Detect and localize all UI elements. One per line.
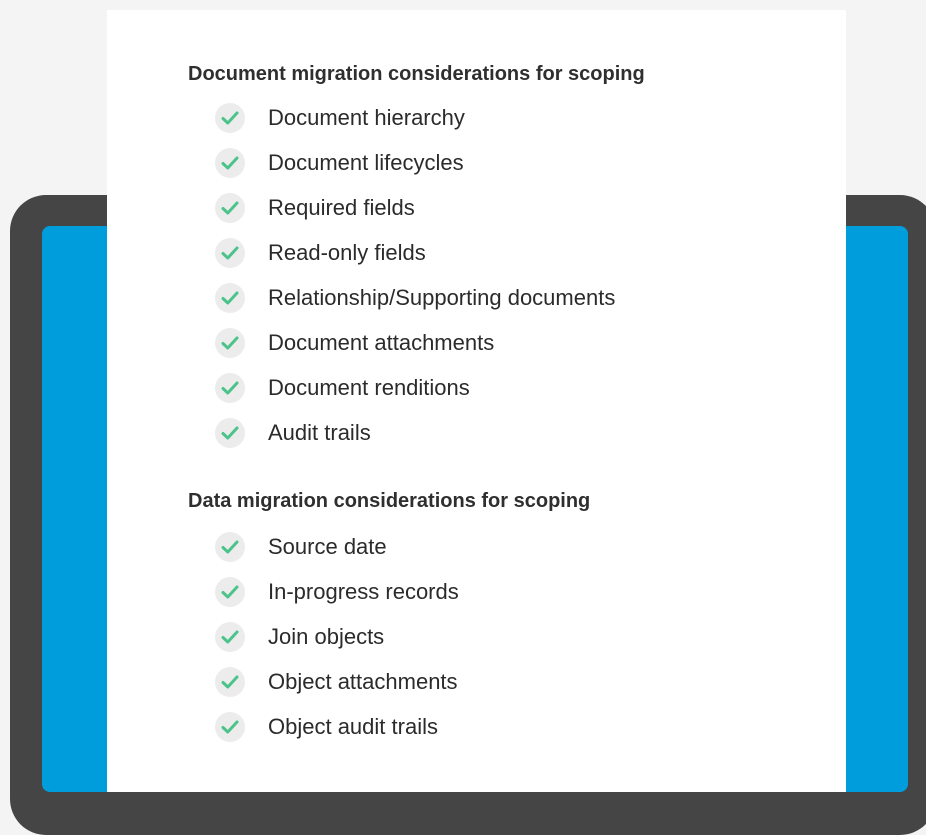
list-item-label: Document hierarchy xyxy=(268,104,465,130)
list-item: Document renditions xyxy=(215,365,615,410)
list-item: Relationship/Supporting documents xyxy=(215,275,615,320)
considerations-card: Document migration considerations for sc… xyxy=(107,10,846,792)
list-item-label: Document attachments xyxy=(268,329,495,355)
list-item-label: Document renditions xyxy=(268,374,470,400)
list-item-label: Relationship/Supporting documents xyxy=(268,284,616,310)
check-circle-icon xyxy=(215,417,245,448)
check-circle-icon xyxy=(215,102,245,133)
list-item: In-progress records xyxy=(215,569,459,614)
check-circle-icon xyxy=(215,666,245,697)
list-item-label: Object attachments xyxy=(268,668,458,694)
list-item-label: Read-only fields xyxy=(268,239,426,265)
list-item-label: Audit trails xyxy=(268,419,371,445)
list-item-label: Join objects xyxy=(268,623,385,649)
list-item: Read-only fields xyxy=(215,230,615,275)
check-circle-icon xyxy=(215,372,245,403)
check-circle-icon xyxy=(215,576,245,607)
check-circle-icon xyxy=(215,147,245,178)
list-item: Join objects xyxy=(215,614,459,659)
document-considerations-list: Document hierarchy Document lifecycles R… xyxy=(215,95,615,455)
list-item: Document lifecycles xyxy=(215,140,615,185)
list-item: Required fields xyxy=(215,185,615,230)
check-circle-icon xyxy=(215,621,245,652)
list-item-label: Object audit trails xyxy=(268,713,438,739)
list-item: Object audit trails xyxy=(215,704,459,749)
list-item: Audit trails xyxy=(215,410,615,455)
check-circle-icon xyxy=(215,531,245,562)
data-section-heading: Data migration considerations for scopin… xyxy=(188,490,591,512)
check-circle-icon xyxy=(215,327,245,358)
list-item-label: In-progress records xyxy=(268,578,459,604)
check-circle-icon xyxy=(215,237,245,268)
check-circle-icon xyxy=(215,282,245,313)
list-item-label: Document lifecycles xyxy=(268,149,464,175)
list-item-label: Source date xyxy=(268,533,387,559)
list-item: Object attachments xyxy=(215,659,459,704)
check-circle-icon xyxy=(215,192,245,223)
list-item: Document attachments xyxy=(215,320,615,365)
data-considerations-list: Source date In-progress records Join obj… xyxy=(215,524,459,749)
list-item: Source date xyxy=(215,524,459,569)
list-item-label: Required fields xyxy=(268,194,415,220)
check-circle-icon xyxy=(215,711,245,742)
document-section-heading: Document migration considerations for sc… xyxy=(188,63,645,85)
list-item: Document hierarchy xyxy=(215,95,615,140)
